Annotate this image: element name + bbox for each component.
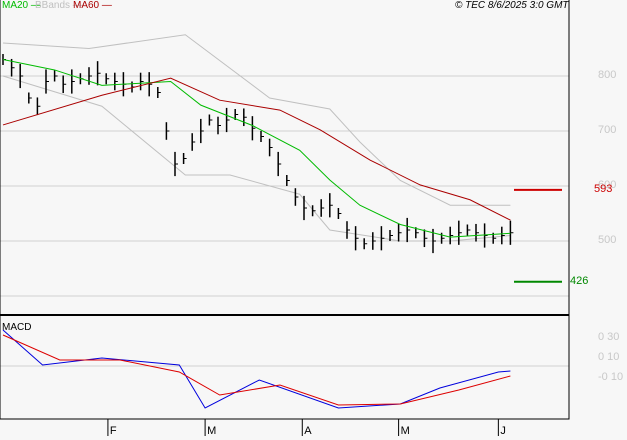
x-tick-label: J xyxy=(500,425,506,437)
macd-tick-label: 0 10 xyxy=(598,351,620,363)
x-tick-label: M xyxy=(207,425,217,437)
bband-lower-line xyxy=(2,75,511,242)
macd-signal-line xyxy=(2,334,511,406)
resistance-label: 593 xyxy=(594,182,613,195)
x-tick-label: M xyxy=(400,425,410,437)
support-label: 426 xyxy=(570,274,589,287)
x-tick-label: F xyxy=(109,425,117,437)
macd-tick-label: 0 30 xyxy=(598,331,620,343)
chart: MA20 — BBands — MA60 — © TEC 8/6/2025 3:… xyxy=(0,0,627,440)
macd-panel-border xyxy=(0,314,570,420)
ma20-line xyxy=(2,59,511,238)
x-tick-label: A xyxy=(304,425,312,437)
macd-tick-label: -0 10 xyxy=(598,371,624,383)
price-panel-border xyxy=(0,0,570,316)
price-tick-label: 500 xyxy=(598,234,617,246)
plot-area xyxy=(0,0,570,436)
price-tick-label: 800 xyxy=(598,69,617,81)
price-tick-label: 700 xyxy=(598,124,617,136)
bband-upper-line xyxy=(2,34,511,206)
